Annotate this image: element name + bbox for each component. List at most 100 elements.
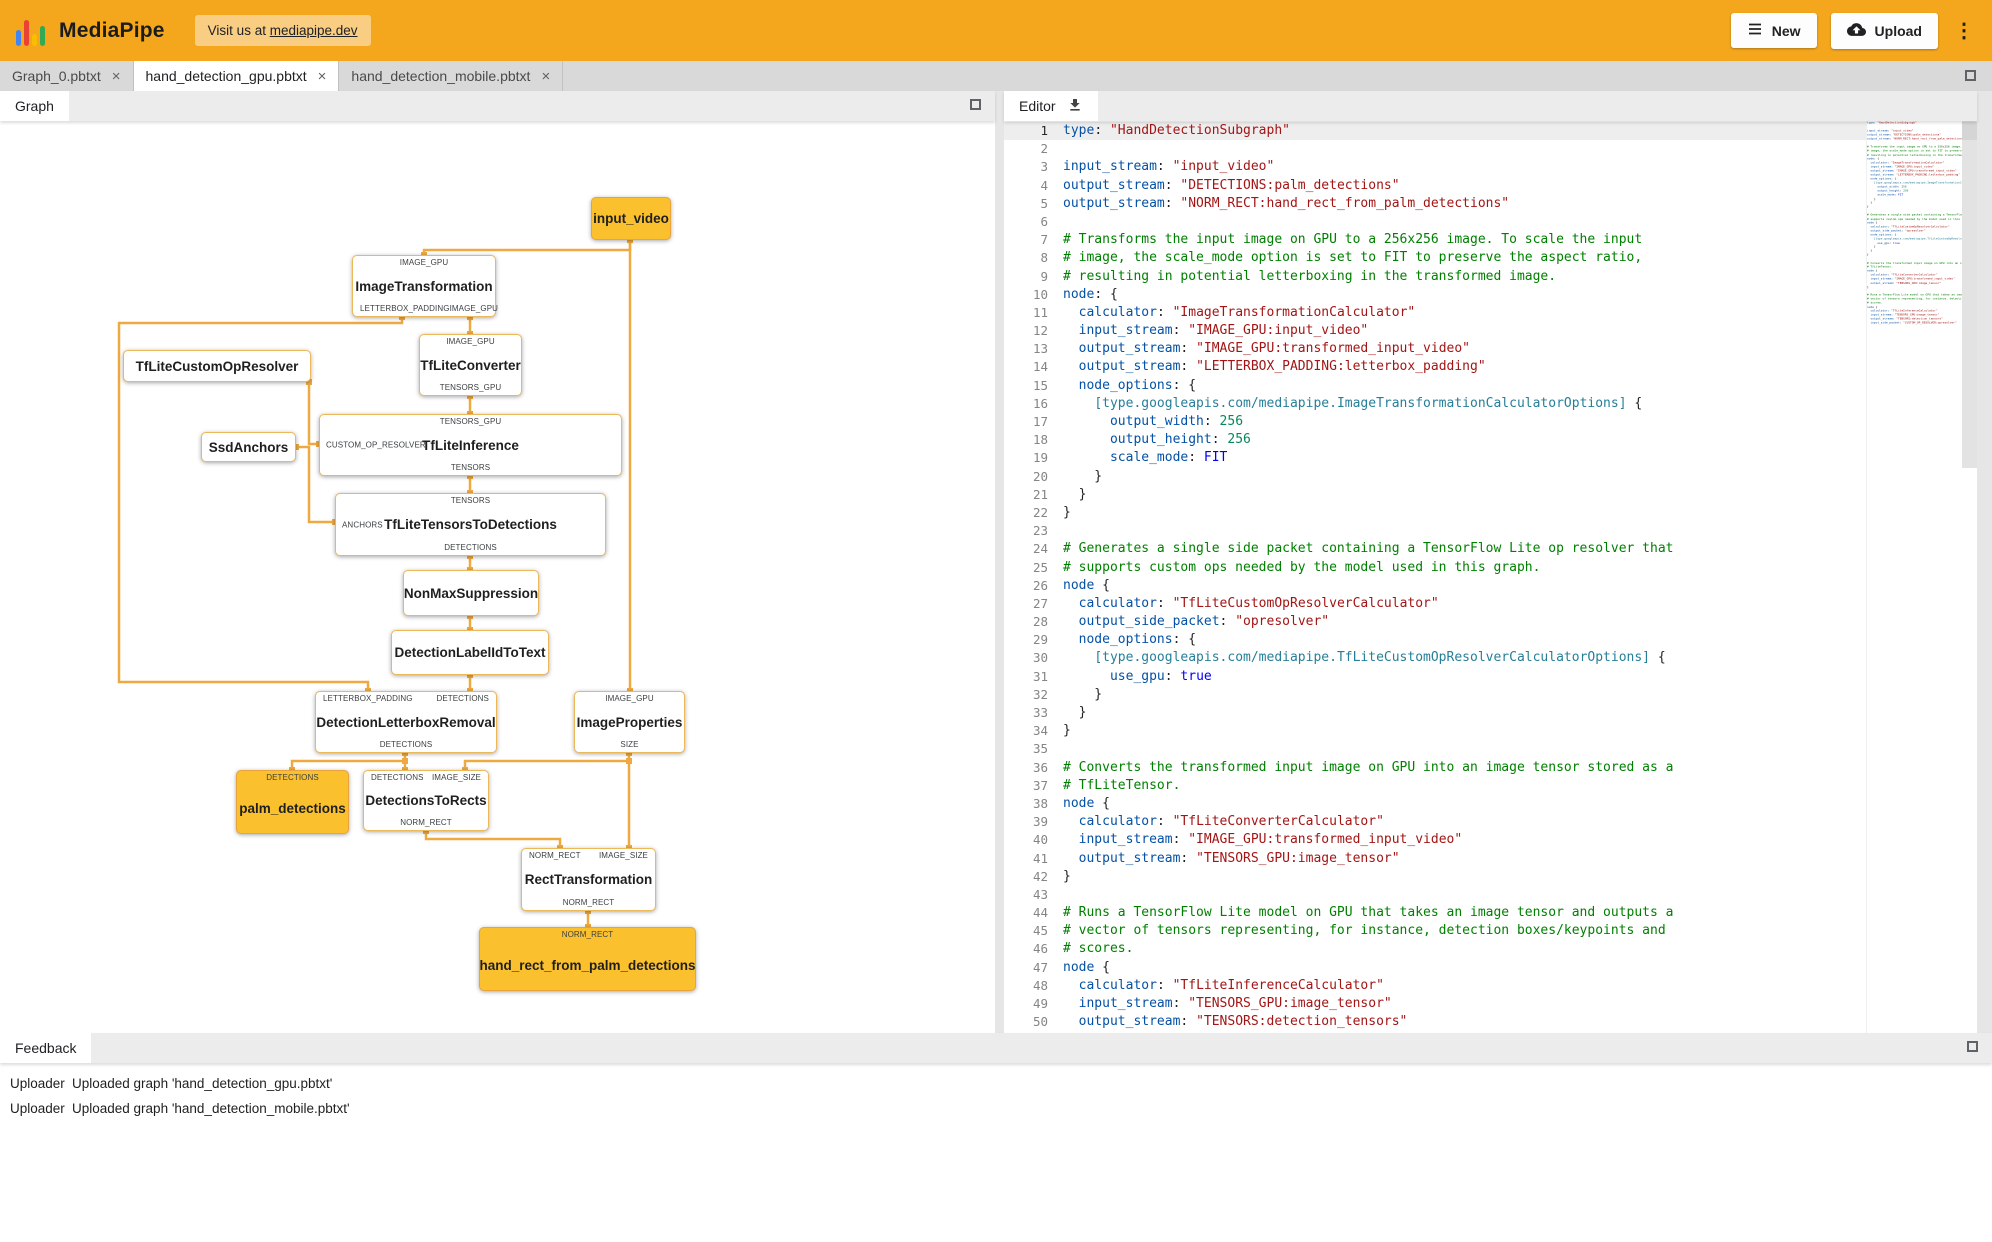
code-line[interactable]: 22} <box>1004 504 1977 522</box>
graph-node-input_video[interactable]: input_video <box>591 197 671 240</box>
graph-node-ImageProperties[interactable]: IMAGE_GPU ImageProperties SIZE <box>574 691 685 753</box>
code-line[interactable]: 46 # scores. <box>1004 940 1977 958</box>
graph-node-TfLiteTensorsToDetections[interactable]: TENSORS ANCHORS TfLiteTensorsToDetections D… <box>335 493 606 556</box>
port-row: DETECTIONS <box>316 740 496 752</box>
mediapipe-dev-link[interactable]: mediapipe.dev <box>270 23 358 38</box>
code-line[interactable]: 7 # Transforms the input image on GPU to … <box>1004 231 1977 249</box>
graph-node-ImageTransformation[interactable]: IMAGE_GPU ImageTransformation LETTERBOX_PA… <box>352 255 498 317</box>
editor-scrollbar[interactable] <box>1962 121 1977 1033</box>
code-line[interactable]: 32 } <box>1004 686 1977 704</box>
line-number: 34 <box>1032 723 1048 739</box>
line-number: 7 <box>1040 232 1048 248</box>
code-line[interactable]: 14 output_stream: "LETTERBOX_PADDING:let… <box>1004 358 1977 376</box>
code-line[interactable]: 44 # Runs a TensorFlow Lite model on GPU … <box>1004 904 1977 922</box>
code-line[interactable]: 24 # Generates a single side packet conta… <box>1004 540 1977 558</box>
port-label: IMAGE_SIZE <box>431 773 481 782</box>
code-line[interactable]: 40 input_stream: "IMAGE_GPU:transformed_… <box>1004 831 1977 849</box>
code-line[interactable]: 11 calculator: "ImageTransformationCalcu… <box>1004 304 1977 322</box>
close-tab-icon[interactable]: × <box>112 68 121 85</box>
port-row: NORM_RECT IMAGE_SIZE <box>522 849 655 861</box>
code-line[interactable]: 4 output_stream: "DETECTIONS:palm_detecti… <box>1004 177 1977 195</box>
code-line[interactable]: 3 input_stream: "input_video" <box>1004 158 1977 176</box>
code-line[interactable]: 27 calculator: "TfLiteCustomOpResolverCa… <box>1004 595 1977 613</box>
code-line[interactable]: 29 node_options: { <box>1004 631 1977 649</box>
code-text: scale_mode: FIT <box>1109 450 1228 466</box>
code-line[interactable]: 18 output_height: 256 <box>1004 431 1977 449</box>
graph-node-palm_detections[interactable]: DETECTIONS palm_detections <box>236 770 349 834</box>
code-line[interactable]: 33 } <box>1004 704 1977 722</box>
code-line[interactable]: 31 use_gpu: true <box>1004 668 1977 686</box>
graph-node-hand_rect_from_palm_detections[interactable]: NORM_RECT hand_rect_from_palm_detections <box>479 927 696 991</box>
code-line[interactable]: 36 # Converts the transformed input image… <box>1004 759 1977 777</box>
code-line[interactable]: 10 node: { <box>1004 286 1977 304</box>
code-line[interactable]: 12 input_stream: "IMAGE_GPU:input_video" <box>1004 322 1977 340</box>
graph-canvas[interactable]: input_video IMAGE_GPU ImageTransformation L… <box>0 121 995 1033</box>
code-line[interactable]: 1 type: "HandDetectionSubgraph" <box>1004 122 1977 141</box>
code-line[interactable]: 45 # vector of tensors representing, for … <box>1004 922 1977 940</box>
code-line[interactable]: 16 [type.googleapis.com/mediapipe.ImageT… <box>1004 395 1977 413</box>
code-line[interactable]: 25 # supports custom ops needed by the mo… <box>1004 559 1977 577</box>
scrollbar-thumb[interactable] <box>1962 121 1977 468</box>
line-number: 35 <box>1032 741 1048 757</box>
file-tab[interactable]: hand_detection_gpu.pbtxt × <box>133 61 340 91</box>
graph-node-DetectionLabelIdToText[interactable]: DetectionLabelIdToText <box>391 630 549 675</box>
line-number: 1 <box>1040 123 1048 138</box>
maximize-feedback-panel-icon[interactable] <box>1967 1041 1978 1052</box>
editor-minimap[interactable]: type: "HandDetectionSubgraph" input_strea… <box>1866 121 1962 1033</box>
menu-lines-icon <box>1747 22 1763 39</box>
code-line[interactable]: 20 } <box>1004 468 1977 486</box>
graph-node-SsdAnchors[interactable]: SsdAnchors <box>201 432 296 462</box>
code-line[interactable]: 2 <box>1004 140 1977 158</box>
code-text: input_stream: "IMAGE_GPU:input_video" <box>1078 323 1369 339</box>
code-line[interactable]: 50 output_stream: "TENSORS:detection_ten… <box>1004 1013 1977 1031</box>
code-line[interactable]: 17 output_width: 256 <box>1004 413 1977 431</box>
line-number: 3 <box>1040 159 1048 175</box>
code-line[interactable]: 26 node { <box>1004 577 1977 595</box>
download-icon[interactable] <box>1067 97 1083 116</box>
code-line[interactable]: 43 <box>1004 886 1977 904</box>
code-line[interactable]: 21 } <box>1004 486 1977 504</box>
code-line[interactable]: 23 <box>1004 522 1977 540</box>
node-label: palm_detections <box>239 800 346 816</box>
close-tab-icon[interactable]: × <box>318 68 327 85</box>
code-line[interactable]: 8 # image, the scale_mode option is set t… <box>1004 249 1977 267</box>
upload-button[interactable]: Upload <box>1830 12 1938 49</box>
close-tab-icon[interactable]: × <box>541 68 550 85</box>
code-line[interactable]: 38 node { <box>1004 795 1977 813</box>
code-line[interactable]: 42} <box>1004 868 1977 886</box>
code-editor[interactable]: 1 type: "HandDetectionSubgraph" 2 3 input_st… <box>1004 121 1977 1033</box>
maximize-graph-panel-icon[interactable] <box>970 99 981 110</box>
code-line[interactable]: 34} <box>1004 722 1977 740</box>
code-line[interactable]: 37 # TfLiteTensor. <box>1004 777 1977 795</box>
graph-node-TfLiteInference[interactable]: TENSORS_GPU CUSTOM_OP_RESOLVER TfLiteInfer… <box>319 414 622 476</box>
tab-editor[interactable]: Editor <box>1004 91 1098 121</box>
new-button[interactable]: New <box>1730 13 1817 48</box>
graph-node-TfLiteCustomOpResolver[interactable]: TfLiteCustomOpResolver <box>123 350 311 382</box>
code-line[interactable]: 13 output_stream: "IMAGE_GPU:transformed… <box>1004 340 1977 358</box>
port-label: NORM_RECT <box>562 898 615 907</box>
graph-node-TfLiteConverter[interactable]: IMAGE_GPU TfLiteConverter TENSORS_GPU <box>419 334 522 396</box>
code-line[interactable]: 15 node_options: { <box>1004 377 1977 395</box>
code-line[interactable]: 48 calculator: "TfLiteInferenceCalculato… <box>1004 977 1977 995</box>
code-line[interactable]: 30 [type.googleapis.com/mediapipe.TfLite… <box>1004 649 1977 667</box>
code-line[interactable]: 41 output_stream: "TENSORS_GPU:image_ten… <box>1004 850 1977 868</box>
maximize-editor-panel-icon[interactable] <box>1965 70 1976 81</box>
tab-graph[interactable]: Graph <box>0 91 69 121</box>
graph-node-RectTransformation[interactable]: NORM_RECT IMAGE_SIZE RectTransformation NOR… <box>521 848 656 911</box>
file-tab[interactable]: hand_detection_mobile.pbtxt × <box>339 61 564 91</box>
file-tab[interactable]: Graph_0.pbtxt × <box>0 61 134 91</box>
more-options-icon[interactable]: ⋮ <box>1952 21 1976 41</box>
code-line[interactable]: 5 output_stream: "NORM_RECT:hand_rect_fro… <box>1004 195 1977 213</box>
code-line[interactable]: 9 # resulting in potential letterboxing i… <box>1004 268 1977 286</box>
code-line[interactable]: 35 <box>1004 740 1977 758</box>
code-line[interactable]: 6 <box>1004 213 1977 231</box>
code-line[interactable]: 28 output_side_packet: "opresolver" <box>1004 613 1977 631</box>
graph-node-NonMaxSuppression[interactable]: NonMaxSuppression <box>403 570 539 616</box>
graph-node-DetectionLetterboxRemoval[interactable]: LETTERBOX_PADDING DETECTIONS DetectionLett… <box>315 691 497 753</box>
code-line[interactable]: 47 node { <box>1004 959 1977 977</box>
code-line[interactable]: 39 calculator: "TfLiteConverterCalculato… <box>1004 813 1977 831</box>
code-line[interactable]: 19 scale_mode: FIT <box>1004 449 1977 467</box>
code-line[interactable]: 49 input_stream: "TENSORS_GPU:image_tens… <box>1004 995 1977 1013</box>
graph-node-DetectionsToRects[interactable]: DETECTIONS IMAGE_SIZE DetectionsToRects NOR… <box>363 770 489 831</box>
tab-feedback[interactable]: Feedback <box>0 1033 92 1063</box>
